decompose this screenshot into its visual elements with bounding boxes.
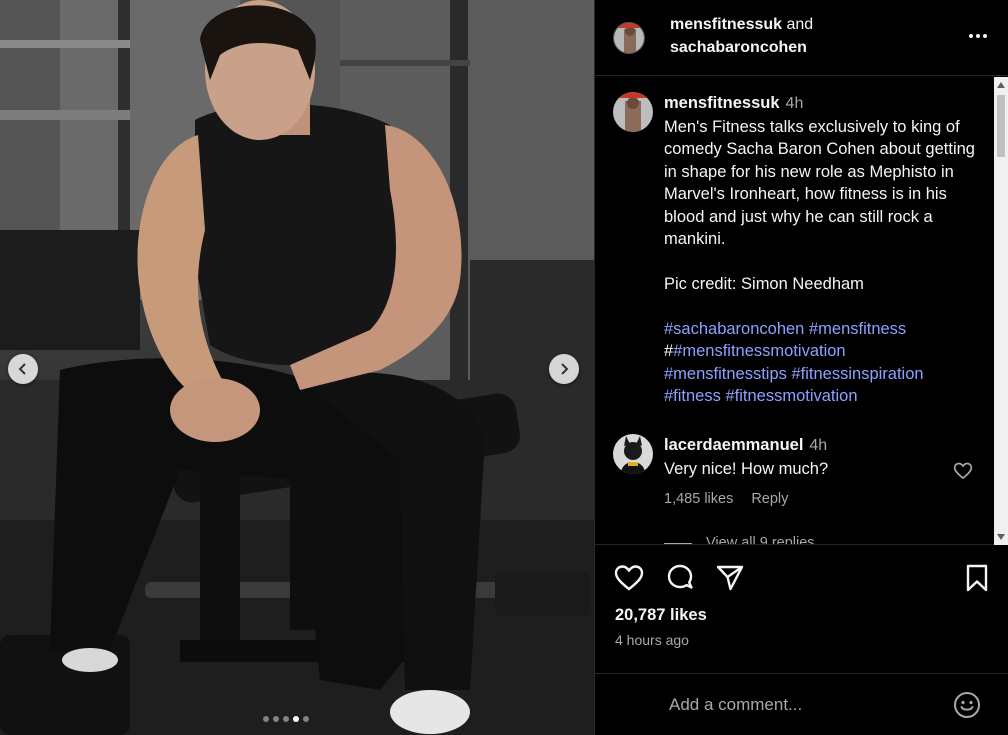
authors-conjunction: and: [786, 16, 814, 33]
comments-scrollbar[interactable]: [994, 77, 1008, 545]
hashtag-link[interactable]: #fitnessinspiration: [791, 365, 923, 383]
avatar-image: [613, 92, 653, 132]
carousel-dot: [303, 716, 309, 722]
comment-time: 4h: [809, 437, 828, 454]
hashtag-link[interactable]: #mensfitnesstips: [664, 365, 787, 383]
replies-divider-line: [664, 542, 692, 544]
caption-time: 4h: [785, 95, 804, 112]
comment-bubble-icon[interactable]: [664, 562, 696, 594]
author-username[interactable]: mensfitnessuk: [670, 16, 782, 33]
reply-button[interactable]: Reply: [751, 491, 788, 507]
bookmark-icon[interactable]: [961, 562, 993, 594]
comment-input[interactable]: [669, 693, 939, 717]
avatar-image: [614, 23, 644, 53]
post-header: mensfitnessuk and sachabaroncohen: [595, 0, 1008, 76]
comments-section[interactable]: mensfitnessuk 4h Men's Fitness talks excl…: [595, 77, 1008, 545]
more-horizontal-icon: [969, 34, 987, 38]
caption-username[interactable]: mensfitnessuk: [664, 94, 780, 112]
carousel-dot: [263, 716, 269, 722]
heart-icon[interactable]: [953, 461, 973, 481]
scroll-down-arrow-icon[interactable]: [997, 534, 1005, 540]
more-options-button[interactable]: [965, 24, 991, 48]
hashtag-link[interactable]: #mensfitness: [809, 320, 906, 338]
carousel-dot: [283, 716, 289, 722]
post-side-panel: mensfitnessuk and sachabaroncohen mensfi…: [594, 0, 1008, 735]
view-replies-button[interactable]: View all 9 replies: [664, 535, 815, 545]
post-photo[interactable]: [0, 0, 594, 735]
add-comment-bar: [595, 673, 1008, 735]
heart-icon[interactable]: [613, 562, 645, 594]
view-replies-label: View all 9 replies: [706, 535, 815, 545]
post-authors: mensfitnessuk and sachabaroncohen: [670, 13, 813, 59]
comment-meta: 1,485 likes Reply: [664, 491, 788, 507]
carousel-prev-button[interactable]: [8, 354, 38, 384]
caption-text: Men's Fitness talks exclusively to king …: [664, 117, 975, 294]
commenter-username[interactable]: lacerdaemmanuel: [664, 436, 803, 454]
hashtag-link[interactable]: #: [664, 342, 673, 360]
chevron-right-icon: [561, 363, 569, 375]
caption-hashtags: #sachabaroncohen #mensfitness ##mensfitn…: [664, 318, 984, 408]
carousel-dot: [273, 716, 279, 722]
post-timestamp: 4 hours ago: [615, 632, 689, 648]
smiley-icon[interactable]: [953, 691, 981, 719]
collaborator-username[interactable]: sachabaroncohen: [670, 39, 807, 56]
caption-author-avatar[interactable]: [613, 92, 653, 132]
scrollbar-thumb[interactable]: [997, 95, 1005, 157]
post-likes-count[interactable]: 20,787 likes: [615, 606, 707, 625]
carousel-indicator: [263, 716, 309, 722]
comment-text: Very nice! How much?: [664, 459, 829, 478]
hashtag-link[interactable]: #fitnessmotivation: [725, 387, 857, 405]
comment: lacerdaemmanuel 4h Very nice! How much?: [664, 434, 964, 480]
hashtag-link[interactable]: #mensfitnessmotivation: [673, 342, 845, 360]
author-avatar[interactable]: [613, 22, 645, 54]
hashtag-link[interactable]: #fitness: [664, 387, 721, 405]
paper-plane-icon[interactable]: [714, 562, 746, 594]
scroll-up-arrow-icon[interactable]: [997, 82, 1005, 88]
post-actions: [595, 562, 1008, 598]
carousel-dot-active: [293, 716, 299, 722]
commenter-avatar[interactable]: [613, 434, 653, 474]
gym-photo-illustration: [0, 0, 594, 735]
carousel-next-button[interactable]: [549, 354, 579, 384]
chevron-left-icon: [18, 363, 26, 375]
avatar-image: [613, 434, 653, 474]
comment-likes[interactable]: 1,485 likes: [664, 491, 733, 507]
post-caption: mensfitnessuk 4h Men's Fitness talks excl…: [664, 92, 984, 408]
hashtag-link[interactable]: #sachabaroncohen: [664, 320, 804, 338]
